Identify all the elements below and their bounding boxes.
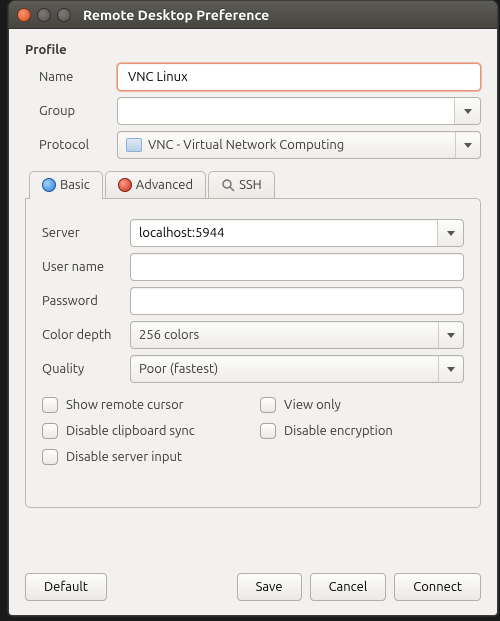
minimize-icon[interactable] bbox=[37, 8, 51, 22]
checkbox-icon bbox=[260, 423, 276, 439]
server-combo[interactable] bbox=[130, 219, 464, 247]
default-button[interactable]: Default bbox=[25, 573, 107, 601]
checkbox-icon bbox=[42, 449, 58, 465]
username-input[interactable] bbox=[130, 253, 464, 281]
content-area: Profile Name Group Protocol VNC - Virtua… bbox=[9, 29, 497, 520]
name-input[interactable] bbox=[117, 63, 481, 91]
name-label: Name bbox=[39, 70, 117, 84]
colordepth-value: 256 colors bbox=[139, 328, 199, 342]
checkbox-icon bbox=[260, 397, 276, 413]
checkbox-disable-clipboard-sync[interactable]: Disable clipboard sync bbox=[42, 423, 246, 439]
checkbox-disable-server-input[interactable]: Disable server input bbox=[42, 449, 246, 465]
quality-value: Poor (fastest) bbox=[139, 362, 218, 376]
server-dropdown-button[interactable] bbox=[437, 220, 463, 246]
protocol-combo[interactable]: VNC - Virtual Network Computing bbox=[117, 131, 481, 159]
footer-button-bar: Default Save Cancel Connect bbox=[9, 563, 497, 615]
checkbox-label: Disable server input bbox=[66, 450, 182, 464]
protocol-label: Protocol bbox=[39, 138, 117, 152]
tab-basic[interactable]: Basic bbox=[29, 171, 103, 198]
profile-section-header: Profile bbox=[25, 43, 481, 57]
tab-ssh-label: SSH bbox=[239, 178, 262, 192]
tab-advanced[interactable]: Advanced bbox=[105, 171, 206, 198]
close-icon[interactable] bbox=[17, 8, 31, 22]
vnc-protocol-icon bbox=[126, 138, 142, 152]
chevron-down-icon bbox=[464, 143, 472, 148]
group-dropdown-button[interactable] bbox=[454, 98, 480, 124]
chevron-down-icon bbox=[447, 333, 455, 338]
window-title: Remote Desktop Preference bbox=[83, 7, 269, 23]
checkbox-icon bbox=[42, 397, 58, 413]
password-input-field[interactable] bbox=[139, 293, 455, 309]
username-label: User name bbox=[42, 260, 130, 274]
checkbox-icon bbox=[42, 423, 58, 439]
chevron-down-icon bbox=[447, 231, 455, 236]
protocol-value: VNC - Virtual Network Computing bbox=[148, 138, 344, 152]
checkbox-label: Disable encryption bbox=[284, 424, 393, 438]
group-combo[interactable] bbox=[117, 97, 481, 125]
password-input[interactable] bbox=[130, 287, 464, 315]
username-input-field[interactable] bbox=[139, 259, 455, 275]
checkbox-label: Disable clipboard sync bbox=[66, 424, 195, 438]
password-label: Password bbox=[42, 294, 130, 308]
tab-page-basic: Server User name Password bbox=[25, 198, 481, 508]
warning-icon bbox=[118, 178, 132, 192]
server-input-field[interactable] bbox=[131, 220, 437, 246]
colordepth-combo[interactable]: 256 colors bbox=[130, 321, 464, 349]
group-label: Group bbox=[39, 104, 117, 118]
checkbox-show-remote-cursor[interactable]: Show remote cursor bbox=[42, 397, 246, 413]
info-icon bbox=[42, 178, 56, 192]
save-button[interactable]: Save bbox=[237, 573, 302, 601]
server-label: Server bbox=[42, 226, 130, 240]
name-input-field[interactable] bbox=[126, 69, 472, 85]
checkbox-disable-encryption[interactable]: Disable encryption bbox=[260, 423, 464, 439]
colordepth-label: Color depth bbox=[42, 328, 130, 342]
tab-ssh[interactable]: SSH bbox=[208, 171, 275, 198]
checkbox-label: Show remote cursor bbox=[66, 398, 184, 412]
group-input-field[interactable] bbox=[118, 98, 454, 124]
titlebar: Remote Desktop Preference bbox=[9, 1, 497, 29]
tab-advanced-label: Advanced bbox=[136, 178, 193, 192]
maximize-icon[interactable] bbox=[57, 8, 71, 22]
quality-combo[interactable]: Poor (fastest) bbox=[130, 355, 464, 383]
window-frame: Remote Desktop Preference Profile Name G… bbox=[8, 0, 498, 616]
chevron-down-icon bbox=[464, 109, 472, 114]
connect-button[interactable]: Connect bbox=[394, 573, 481, 601]
checkbox-label: View only bbox=[284, 398, 341, 412]
search-icon bbox=[221, 178, 235, 192]
tab-basic-label: Basic bbox=[60, 178, 90, 192]
cancel-button[interactable]: Cancel bbox=[310, 573, 387, 601]
chevron-down-icon bbox=[447, 367, 455, 372]
tab-strip: Basic Advanced SSH bbox=[25, 171, 481, 198]
checkbox-view-only[interactable]: View only bbox=[260, 397, 464, 413]
quality-label: Quality bbox=[42, 362, 130, 376]
